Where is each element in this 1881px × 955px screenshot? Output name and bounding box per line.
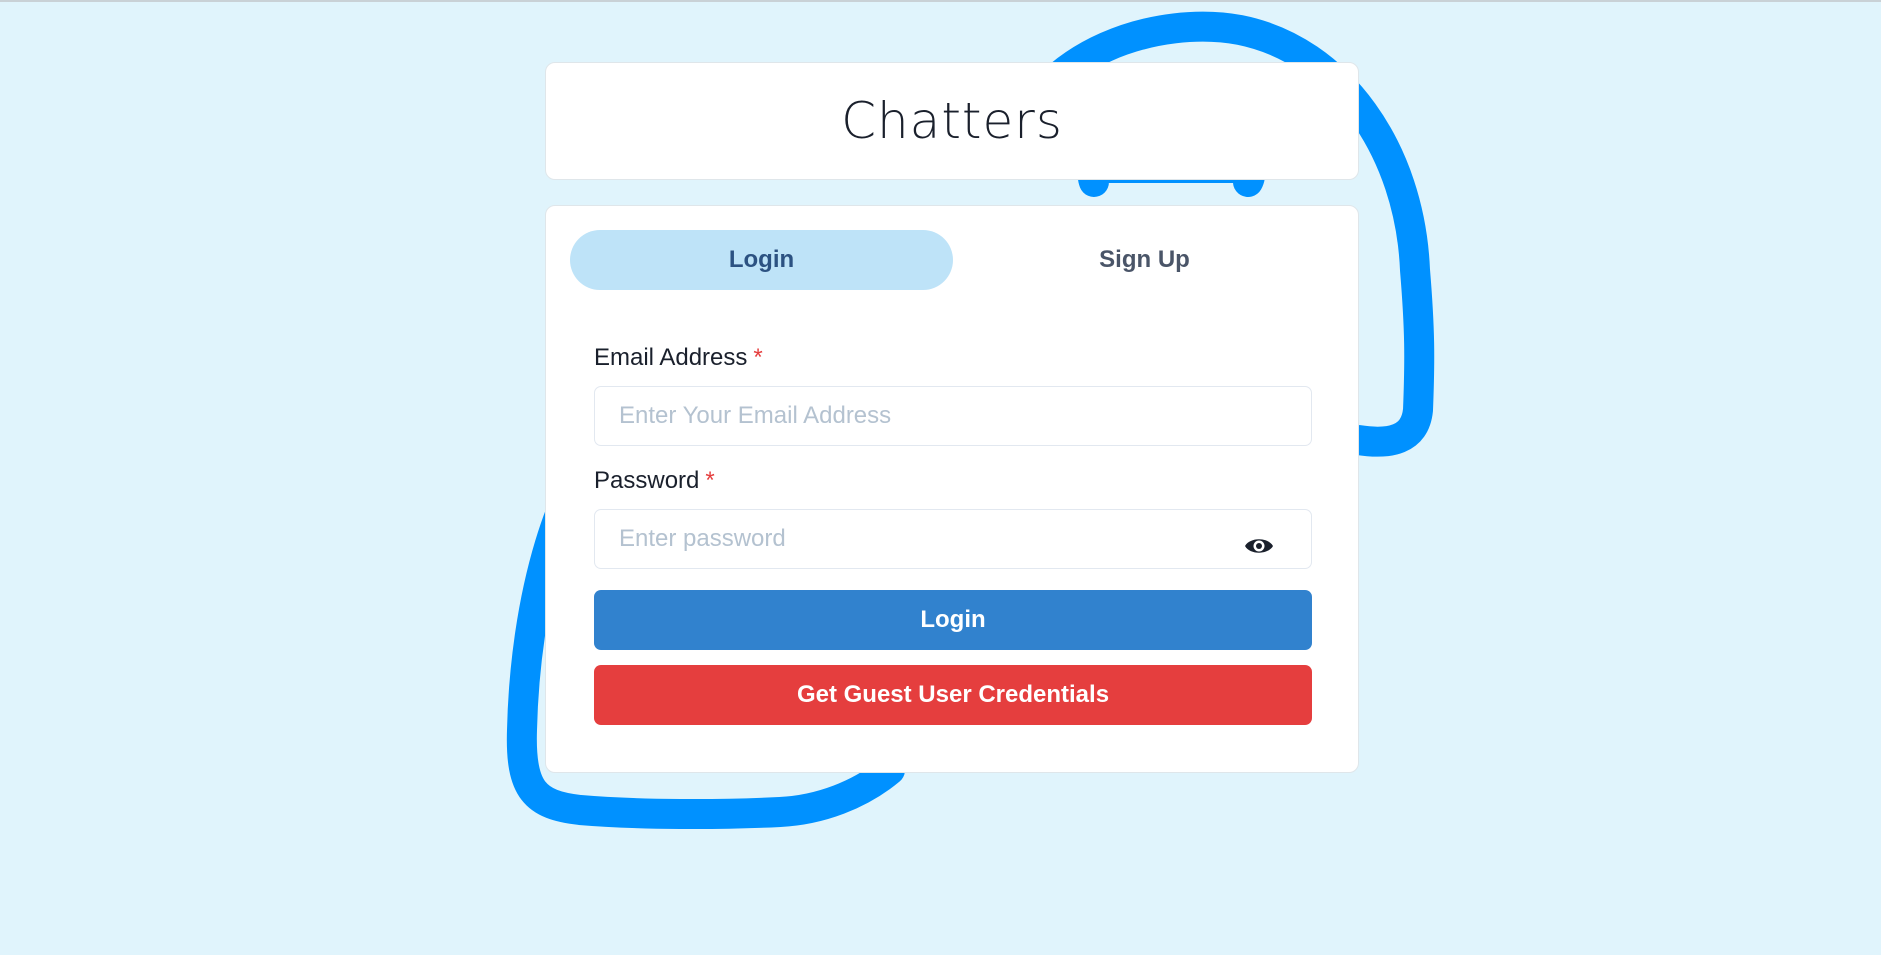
- guest-credentials-button[interactable]: Get Guest User Credentials: [594, 665, 1312, 725]
- password-label: Password *: [594, 467, 715, 495]
- auth-card: Login Sign Up Email Address* Password* L…: [545, 205, 1359, 773]
- login-button[interactable]: Login: [594, 590, 1312, 650]
- email-label-text: Email Address: [594, 344, 748, 371]
- password-required-mark: *: [705, 467, 715, 494]
- app-title: Chatters: [841, 92, 1063, 150]
- email-label: Email Address *: [594, 344, 763, 372]
- password-label-text: Password: [594, 467, 700, 494]
- password-input[interactable]: [594, 509, 1312, 569]
- email-required-mark: *: [753, 344, 763, 371]
- tab-login[interactable]: Login: [570, 230, 953, 290]
- header-card: Chatters: [545, 62, 1359, 180]
- email-input[interactable]: [594, 386, 1312, 446]
- show-password-toggle[interactable]: [1234, 524, 1284, 568]
- eye-icon: [1245, 539, 1273, 553]
- tab-sign-up[interactable]: Sign Up: [953, 230, 1336, 290]
